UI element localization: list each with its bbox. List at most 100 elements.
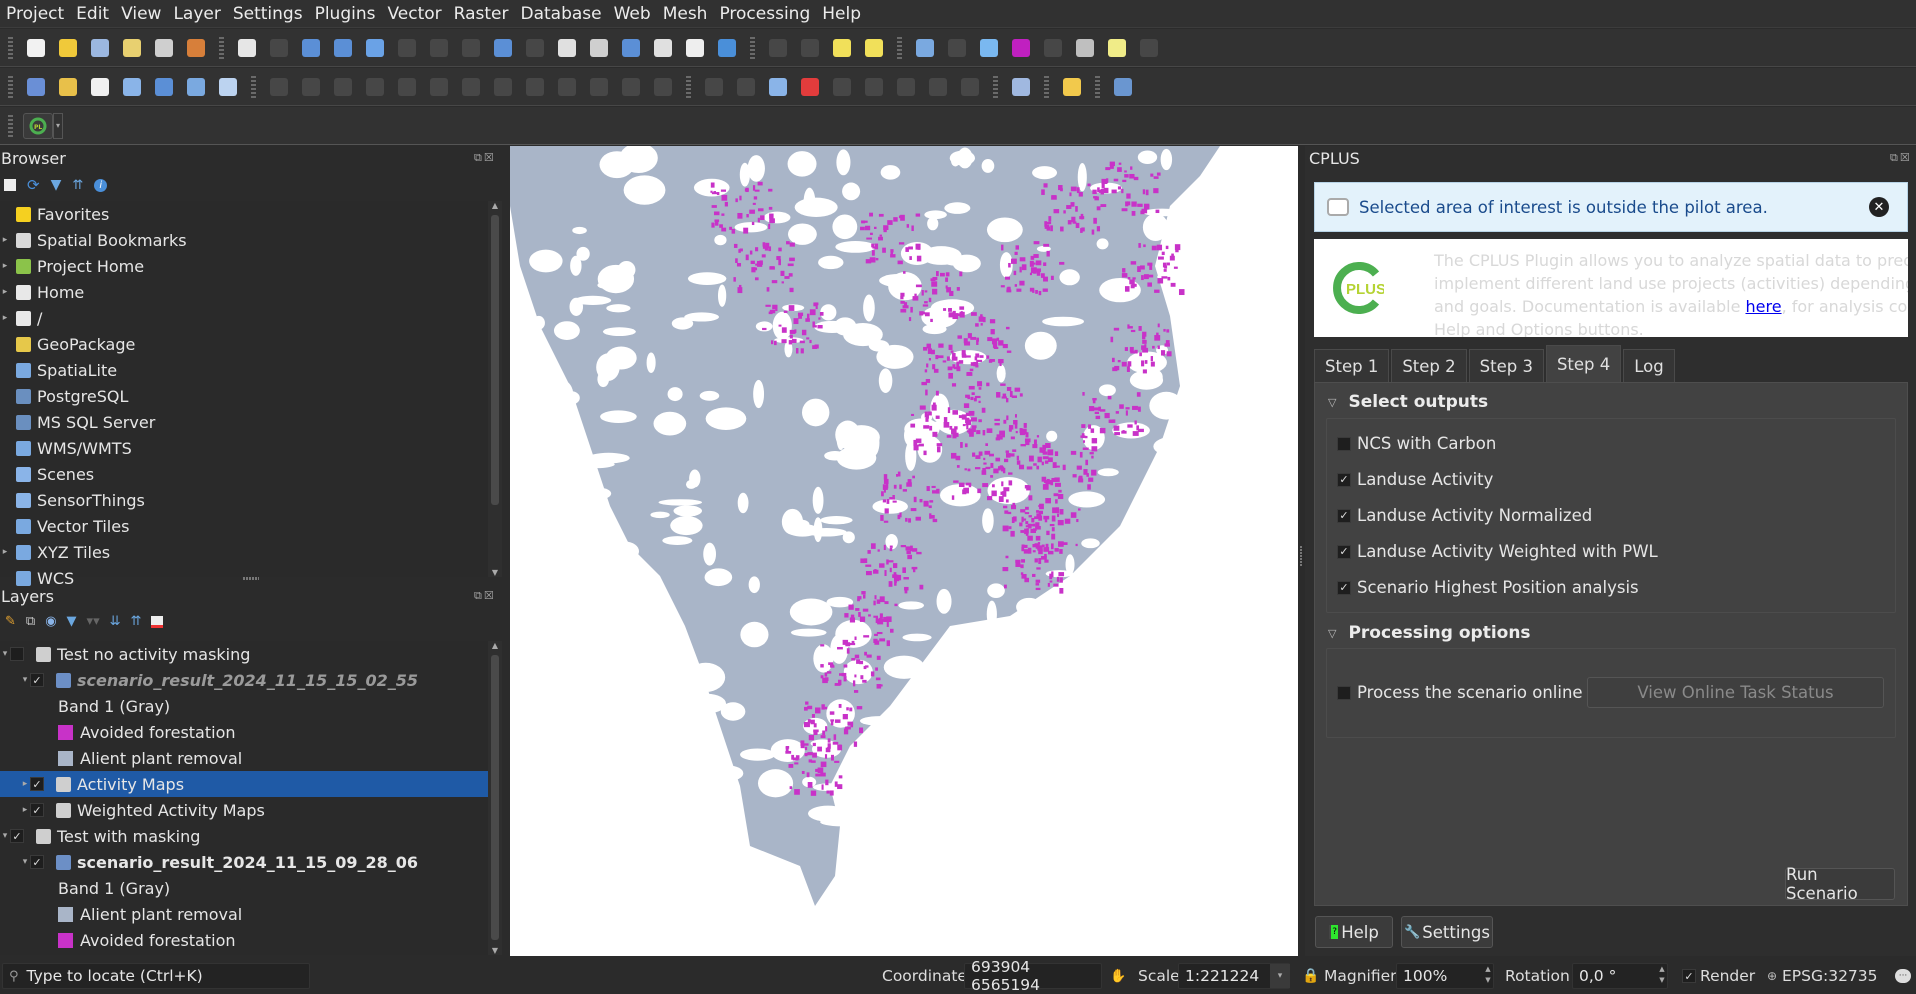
- cplus-dock-buttons[interactable]: ⧉☒: [1890, 151, 1912, 165]
- refresh-icon[interactable]: ⟳: [27, 176, 40, 194]
- data-source-manager-icon[interactable]: [23, 74, 49, 100]
- visibility-checkbox[interactable]: [10, 647, 24, 661]
- style-manager-icon[interactable]: ✎: [5, 614, 16, 629]
- save-project-icon[interactable]: [87, 35, 113, 61]
- output-option-checkbox[interactable]: ✓ Landuse Activity Weighted with PWL: [1337, 542, 1658, 561]
- toolbar-grip[interactable]: [8, 36, 13, 59]
- expand-arrow-icon[interactable]: ▾: [0, 831, 10, 841]
- rotation-spinner[interactable]: ▲ ▼: [1656, 964, 1668, 988]
- tab-step-2[interactable]: Step 2: [1391, 349, 1467, 382]
- processing-options-header[interactable]: ▽ Processing options: [1328, 623, 1531, 643]
- expand-arrow-icon[interactable]: ▾: [0, 649, 10, 659]
- layers-scrollbar[interactable]: ▲ ▼: [488, 641, 502, 955]
- legend-item[interactable]: Band 1 (Gray): [0, 693, 488, 719]
- label-move-icon[interactable]: [861, 74, 887, 100]
- checkbox[interactable]: ✓: [1337, 544, 1351, 559]
- cplus-dropdown-arrow[interactable]: ▾: [53, 112, 63, 139]
- zoom-next-icon[interactable]: [522, 35, 548, 61]
- label-show-hide-icon[interactable]: [829, 74, 855, 100]
- legend-item[interactable]: Avoided forestation: [0, 719, 488, 745]
- menu-settings[interactable]: Settings: [227, 4, 309, 24]
- statistics-icon[interactable]: [1008, 35, 1034, 61]
- checkbox[interactable]: ✓: [1337, 580, 1351, 595]
- menu-database[interactable]: Database: [514, 4, 607, 24]
- output-option-checkbox[interactable]: NCS with Carbon: [1337, 434, 1496, 453]
- browser-item[interactable]: WMS/WMTS: [0, 435, 488, 461]
- tab-step-1[interactable]: Step 1: [1314, 349, 1390, 382]
- open-project-icon[interactable]: [55, 35, 81, 61]
- current-edits-icon[interactable]: [266, 74, 292, 100]
- collapse-all-icon[interactable]: ⇈: [72, 178, 83, 193]
- select-features-icon[interactable]: [765, 35, 791, 61]
- collapse-arrow-icon[interactable]: ▸: [0, 287, 10, 297]
- locator-search[interactable]: ⚲ Type to locate (Ctrl+K): [2, 963, 310, 989]
- visibility-checkbox[interactable]: ✓: [10, 829, 24, 843]
- collapse-arrow-icon[interactable]: ▸: [0, 261, 10, 271]
- style-manager-icon[interactable]: [183, 35, 209, 61]
- collapse-arrow-icon[interactable]: ▸: [20, 805, 30, 815]
- identify-icon[interactable]: [912, 35, 938, 61]
- delete-selected-icon[interactable]: [490, 74, 516, 100]
- browser-item[interactable]: ▸ XYZ Tiles: [0, 539, 488, 565]
- visibility-checkbox[interactable]: ✓: [30, 777, 44, 791]
- run-scenario-button[interactable]: Run Scenario: [1785, 865, 1895, 903]
- menu-edit[interactable]: Edit: [70, 4, 115, 24]
- cplus-plugin-icon[interactable]: PL: [23, 112, 53, 139]
- map-canvas[interactable]: [510, 146, 1298, 956]
- checkbox[interactable]: [1337, 436, 1351, 451]
- close-banner-icon[interactable]: ✕: [1869, 197, 1889, 217]
- tab-step-4[interactable]: Step 4: [1545, 345, 1622, 382]
- view-online-task-status-button[interactable]: View Online Task Status: [1587, 677, 1884, 708]
- zoom-out-icon[interactable]: [330, 35, 356, 61]
- filter-expression-icon[interactable]: ▾▾: [87, 614, 100, 629]
- browser-scrollbar[interactable]: ▲ ▼: [488, 201, 502, 577]
- toolbar-grip[interactable]: [993, 75, 998, 98]
- new-map-view-icon[interactable]: [554, 35, 580, 61]
- browser-item[interactable]: SpatiaLite: [0, 357, 488, 383]
- layers-dock-buttons[interactable]: ⧉☒: [474, 589, 496, 603]
- collapse-all-icon[interactable]: ⇈: [131, 614, 142, 629]
- collapse-arrow-icon[interactable]: ▸: [20, 779, 30, 789]
- menu-web[interactable]: Web: [608, 4, 657, 24]
- digitize-icon[interactable]: [362, 74, 388, 100]
- zoom-to-layer-icon[interactable]: [426, 35, 452, 61]
- collapse-arrow-icon[interactable]: ▸: [0, 313, 10, 323]
- undo-icon[interactable]: [618, 74, 644, 100]
- new-shapefile-layer-icon[interactable]: [87, 74, 113, 100]
- visibility-checkbox[interactable]: ✓: [30, 673, 44, 687]
- processing-toolbox-icon[interactable]: [976, 35, 1002, 61]
- paste-features-icon[interactable]: [586, 74, 612, 100]
- menu-help[interactable]: Help: [816, 4, 867, 24]
- expand-arrow-icon[interactable]: ▾: [20, 675, 30, 685]
- attribute-table-icon[interactable]: [944, 35, 970, 61]
- menu-project[interactable]: Project: [0, 4, 70, 24]
- menu-processing[interactable]: Processing: [713, 4, 816, 24]
- coordinate-field[interactable]: 693904 6565194: [964, 958, 1102, 994]
- panel-splitter-handle[interactable]: [243, 577, 259, 580]
- legend-item[interactable]: Avoided forestation: [0, 927, 488, 953]
- select-location-icon[interactable]: [861, 35, 887, 61]
- metasearch-icon[interactable]: [1008, 74, 1034, 100]
- rotation-field[interactable]: 0,0 °: [1572, 963, 1668, 989]
- browser-item[interactable]: ▸ /: [0, 305, 488, 331]
- help-contents-icon[interactable]: [1110, 74, 1136, 100]
- label-highlight-icon[interactable]: [797, 74, 823, 100]
- toolbar-grip[interactable]: [1044, 75, 1049, 98]
- select-by-value-icon[interactable]: [797, 35, 823, 61]
- checkbox[interactable]: [1337, 685, 1351, 700]
- pan-icon[interactable]: [234, 35, 260, 61]
- modify-attributes-icon[interactable]: [458, 74, 484, 100]
- python-console-icon[interactable]: [1059, 74, 1085, 100]
- tab-step-3[interactable]: Step 3: [1468, 349, 1544, 382]
- browser-item[interactable]: GeoPackage: [0, 331, 488, 357]
- legend-item[interactable]: Alient plant removal: [0, 901, 488, 927]
- browser-item[interactable]: ▸ Spatial Bookmarks: [0, 227, 488, 253]
- pan-to-selection-icon[interactable]: [266, 35, 292, 61]
- documentation-link[interactable]: here: [1746, 297, 1782, 316]
- toolbar-grip[interactable]: [219, 36, 224, 59]
- visibility-checkbox[interactable]: ✓: [30, 855, 44, 869]
- copy-features-icon[interactable]: [554, 74, 580, 100]
- menu-mesh[interactable]: Mesh: [657, 4, 714, 24]
- menu-raster[interactable]: Raster: [448, 4, 515, 24]
- new-3d-map-icon[interactable]: [586, 35, 612, 61]
